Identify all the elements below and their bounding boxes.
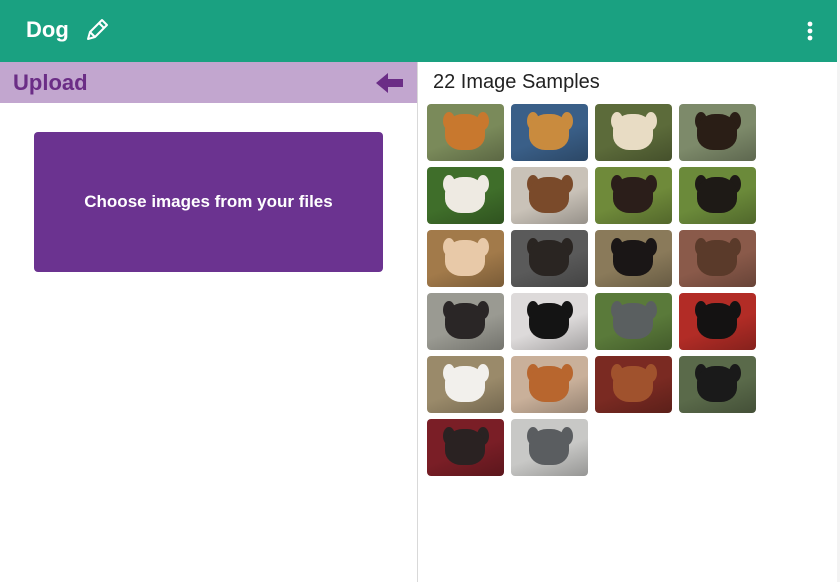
sample-image-thumbnail[interactable] [511, 230, 588, 287]
sample-image-thumbnail[interactable] [679, 356, 756, 413]
dog-photo-subject [529, 429, 569, 465]
dog-photo-subject [445, 429, 485, 465]
sample-image-thumbnail[interactable] [595, 167, 672, 224]
choose-files-label: Choose images from your files [84, 192, 333, 211]
dog-photo-subject [529, 177, 569, 213]
dog-photo-subject [529, 366, 569, 402]
dog-photo-subject [613, 240, 653, 276]
dog-photo-subject [445, 177, 485, 213]
sample-image-thumbnail[interactable] [511, 356, 588, 413]
choose-files-button[interactable]: Choose images from your files [34, 132, 383, 272]
sample-image-thumbnail[interactable] [427, 419, 504, 476]
edit-title-button[interactable] [83, 16, 111, 44]
dog-photo-subject [613, 366, 653, 402]
pencil-icon [87, 19, 108, 40]
sample-image-thumbnail[interactable] [679, 293, 756, 350]
app-header: Dog [0, 0, 837, 62]
dog-photo-subject [613, 114, 653, 150]
sample-image-thumbnail[interactable] [511, 167, 588, 224]
arrow-left-icon [376, 73, 403, 93]
dog-photo-subject [697, 366, 737, 402]
sample-image-thumbnail[interactable] [595, 293, 672, 350]
more-options-button[interactable] [800, 18, 820, 44]
vertical-dots-icon [807, 21, 813, 41]
sample-image-thumbnail[interactable] [427, 230, 504, 287]
sample-image-thumbnail[interactable] [595, 230, 672, 287]
sample-image-thumbnail[interactable] [427, 293, 504, 350]
upload-label: Upload [13, 70, 88, 95]
dog-photo-subject [697, 114, 737, 150]
dog-photo-subject [445, 366, 485, 402]
collapse-panel-button[interactable] [374, 70, 406, 96]
dog-photo-subject [529, 114, 569, 150]
sample-image-thumbnail[interactable] [511, 293, 588, 350]
sample-image-thumbnail[interactable] [511, 104, 588, 161]
dog-photo-subject [445, 303, 485, 339]
sample-image-thumbnail[interactable] [427, 104, 504, 161]
dog-photo-subject [613, 177, 653, 213]
dog-photo-subject [529, 303, 569, 339]
dog-photo-subject [445, 114, 485, 150]
project-title: Dog [26, 17, 69, 42]
upload-panel-header: Upload [0, 62, 417, 103]
sample-image-thumbnail[interactable] [595, 104, 672, 161]
upload-panel: Upload Choose images from your files [0, 62, 418, 582]
sample-image-thumbnail[interactable] [679, 104, 756, 161]
sample-image-thumbnail[interactable] [595, 356, 672, 413]
dog-photo-subject [613, 303, 653, 339]
dog-photo-subject [445, 240, 485, 276]
image-samples-grid [427, 104, 767, 476]
dog-photo-subject [697, 303, 737, 339]
dog-photo-subject [529, 240, 569, 276]
sample-image-thumbnail[interactable] [427, 167, 504, 224]
sample-image-thumbnail[interactable] [427, 356, 504, 413]
sample-image-thumbnail[interactable] [679, 230, 756, 287]
dog-photo-subject [697, 177, 737, 213]
sample-image-thumbnail[interactable] [679, 167, 756, 224]
sample-image-thumbnail[interactable] [511, 419, 588, 476]
samples-panel: 22 Image Samples [419, 62, 837, 582]
samples-count-title: 22 Image Samples [433, 71, 600, 93]
dog-photo-subject [697, 240, 737, 276]
